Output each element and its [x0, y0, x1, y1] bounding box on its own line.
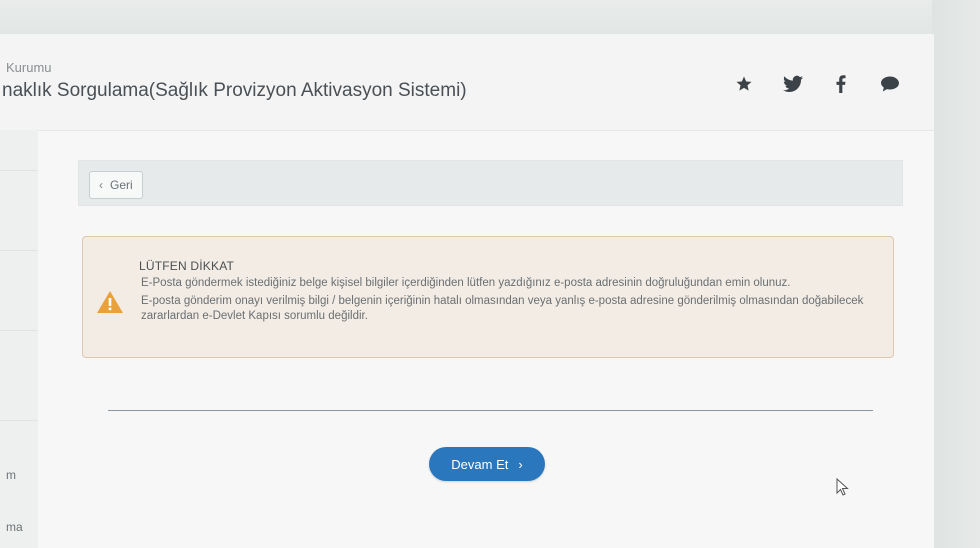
continue-button-label: Devam Et [451, 456, 509, 472]
navigation-bar: ‹ Geri [78, 160, 903, 206]
warning-alert: LÜTFEN DİKKAT E-Posta göndermek istediği… [82, 236, 894, 358]
page-title: naklık Sorgulama(Sağlık Provizyon Aktiva… [2, 80, 467, 101]
sidebar-item[interactable]: ma [6, 520, 23, 534]
main-content: ‹ Geri LÜTFEN DİKKAT E-Posta göndermek i… [38, 131, 934, 548]
mouse-cursor-icon [836, 478, 849, 496]
page-header: Kurumu naklık Sorgulama(Sağlık Provizyon… [0, 34, 934, 131]
organization-name: Kurumu [6, 60, 52, 75]
social-toolbar [714, 66, 920, 102]
divider [108, 410, 873, 411]
alert-message: E-Posta göndermek istediğiniz belge kişi… [141, 276, 876, 327]
comment-icon[interactable] [878, 72, 902, 96]
facebook-icon[interactable] [829, 72, 853, 96]
sidebar: m ma [0, 130, 39, 548]
monitor-bezel-top [0, 0, 980, 38]
back-button-label: Geri [110, 178, 133, 192]
divider [0, 420, 38, 421]
twitter-icon[interactable] [781, 72, 805, 96]
warning-icon [97, 291, 123, 313]
alert-message-2: E-posta gönderim onayı verilmiş bilgi / … [141, 295, 864, 322]
alert-message-1: E-Posta göndermek istediğiniz belge kişi… [141, 277, 791, 289]
divider [0, 330, 38, 331]
star-icon[interactable] [732, 72, 756, 96]
alert-title: LÜTFEN DİKKAT [139, 259, 235, 273]
divider [0, 170, 38, 171]
back-button[interactable]: ‹ Geri [89, 171, 143, 199]
monitor-bezel-right [932, 0, 980, 548]
chevron-left-icon: ‹ [99, 178, 103, 192]
continue-button[interactable]: Devam Et › [429, 447, 545, 481]
divider [0, 250, 38, 251]
sidebar-item[interactable]: m [6, 468, 16, 482]
chevron-right-icon: › [518, 456, 523, 472]
